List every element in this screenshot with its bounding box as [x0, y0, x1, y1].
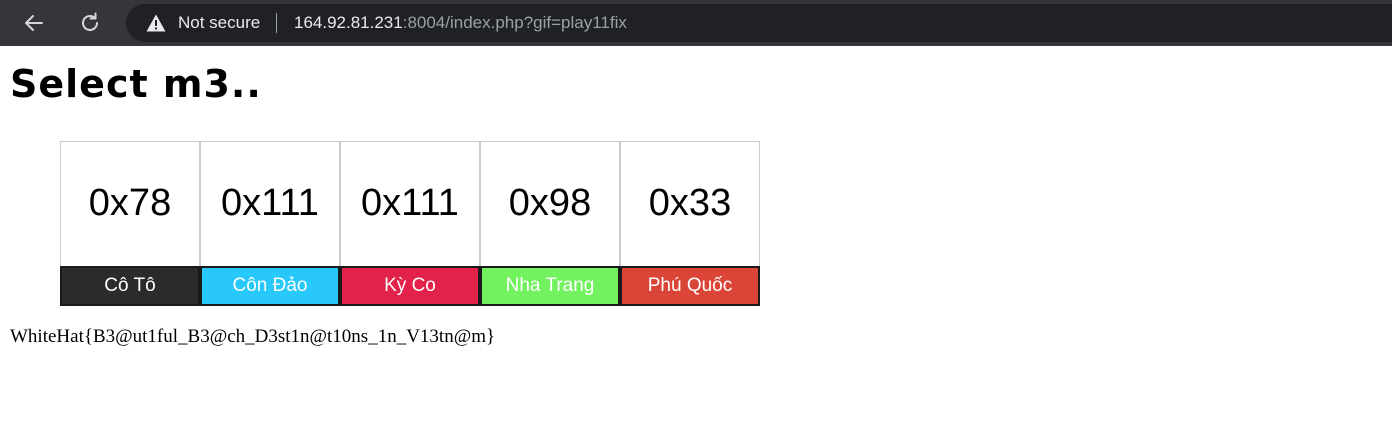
tile-label: Cô Tô — [60, 266, 200, 306]
back-button[interactable] — [18, 8, 50, 38]
url-path: :8004/index.php?gif=play11fix — [402, 13, 627, 32]
tile-value: 0x33 — [648, 182, 732, 224]
tile-value: 0x98 — [508, 182, 592, 224]
tile-co-to[interactable]: 0x78 Cô Tô — [60, 141, 200, 306]
tile-value: 0x111 — [361, 182, 459, 224]
tile-label: Nha Trang — [480, 266, 620, 306]
url-host: 164.92.81.231 — [294, 13, 403, 32]
tile-nha-trang[interactable]: 0x98 Nha Trang — [480, 141, 620, 306]
tile-label: Côn Đảo — [200, 266, 340, 306]
tile-value: 0x78 — [88, 182, 172, 224]
tile-value: 0x111 — [221, 182, 319, 224]
address-bar[interactable]: Not secure 164.92.81.231:8004/index.php?… — [126, 4, 1392, 42]
tile-row: 0x78 Cô Tô 0x111 Côn Đảo 0x111 Kỳ Co 0x9… — [60, 141, 760, 306]
tile-label: Phú Quốc — [620, 266, 760, 306]
reload-button[interactable] — [74, 8, 106, 38]
warning-icon — [146, 14, 166, 32]
page-title: Select m3.. — [10, 62, 262, 106]
browser-toolbar: Not secure 164.92.81.231:8004/index.php?… — [0, 0, 1392, 46]
reload-icon — [82, 12, 98, 31]
flag-text: WhiteHat{B3@ut1ful_B3@ch_D3st1n@t10ns_1n… — [10, 326, 496, 347]
security-status[interactable]: Not secure — [178, 13, 260, 33]
url-text[interactable]: 164.92.81.231:8004/index.php?gif=play11f… — [294, 13, 627, 33]
address-separator — [276, 13, 277, 33]
back-arrow-icon — [25, 15, 43, 31]
tile-phu-quoc[interactable]: 0x33 Phú Quốc — [620, 141, 760, 306]
tile-con-dao[interactable]: 0x111 Côn Đảo — [200, 141, 340, 306]
tile-ky-co[interactable]: 0x111 Kỳ Co — [340, 141, 480, 306]
tile-label: Kỳ Co — [340, 266, 480, 306]
